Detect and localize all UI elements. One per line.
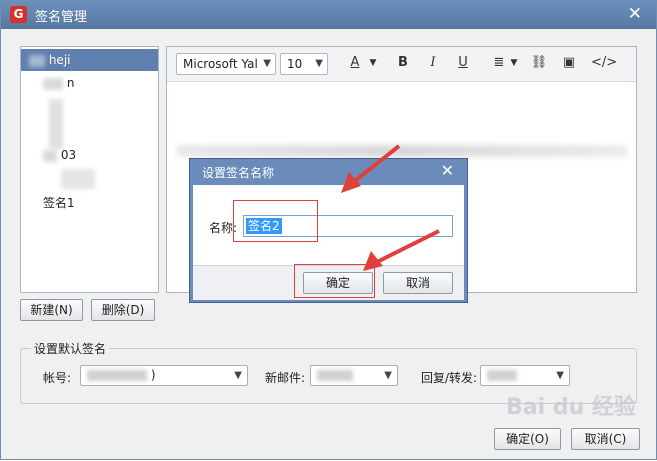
annotation-arrowhead bbox=[341, 172, 361, 193]
annotation-arrows bbox=[341, 144, 440, 271]
annotation-arrow bbox=[374, 229, 440, 265]
annotation-arrow bbox=[349, 144, 401, 186]
signature-manager-window: G 签名管理 ✕ heji n 03 签名1 Microsoft Yal ▼ 1… bbox=[0, 0, 657, 460]
